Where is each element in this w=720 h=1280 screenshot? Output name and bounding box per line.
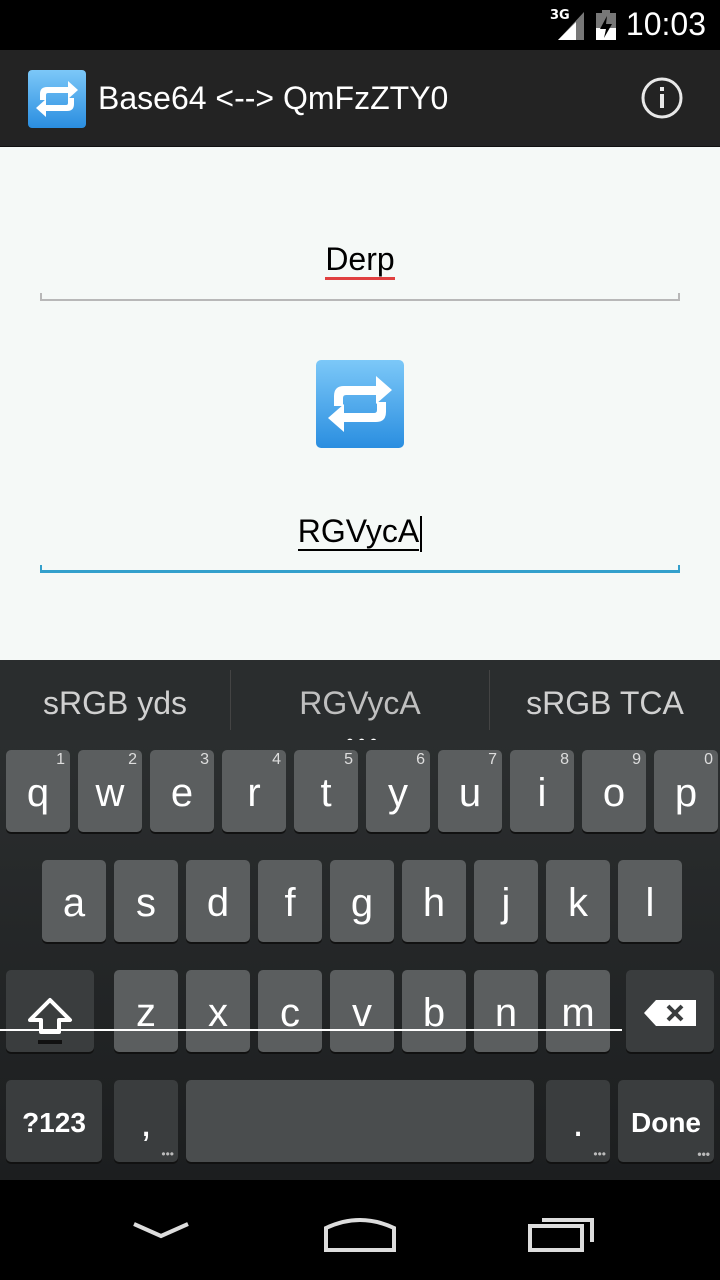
key-f[interactable]: f: [258, 860, 322, 942]
more-keys-icon: •••: [697, 1147, 710, 1161]
key-p[interactable]: 0p: [654, 750, 718, 832]
status-bar: 3G 10:03: [0, 0, 720, 50]
key-m[interactable]: m: [546, 970, 610, 1052]
key-k[interactable]: k: [546, 860, 610, 942]
key-l[interactable]: l: [618, 860, 682, 942]
more-keys-icon: •••: [161, 1147, 174, 1161]
key-n[interactable]: n: [474, 970, 538, 1052]
key-j[interactable]: j: [474, 860, 538, 942]
key-a[interactable]: a: [42, 860, 106, 942]
plain-text-underline: [40, 293, 680, 301]
more-keys-icon: •••: [593, 1147, 606, 1161]
key-c[interactable]: c: [258, 970, 322, 1052]
app-title: Base64 <--> QmFzZTY0: [98, 80, 449, 116]
symbols-key[interactable]: ?123: [6, 1080, 102, 1162]
key-x[interactable]: x: [186, 970, 250, 1052]
shift-icon: [28, 998, 72, 1044]
navigation-bar: [0, 1180, 720, 1280]
key-e[interactable]: 3e: [150, 750, 214, 832]
suggestion-strip: sRGB yds RGVycA sRGB TCA: [0, 660, 720, 740]
comma-key[interactable]: , •••: [114, 1080, 178, 1162]
key-s[interactable]: s: [114, 860, 178, 942]
key-d[interactable]: d: [186, 860, 250, 942]
suggestion-center[interactable]: RGVycA: [231, 660, 489, 740]
battery-icon: [596, 10, 616, 40]
base64-value: RGVycA: [297, 513, 420, 551]
signal-icon: [558, 12, 584, 40]
key-z[interactable]: z: [114, 970, 178, 1052]
backspace-key[interactable]: [626, 970, 714, 1052]
suggestion-right[interactable]: sRGB TCA: [490, 660, 720, 740]
period-key[interactable]: . •••: [546, 1080, 610, 1162]
swap-convert-button[interactable]: [316, 360, 404, 448]
key-t[interactable]: 5t: [294, 750, 358, 832]
key-g[interactable]: g: [330, 860, 394, 942]
back-icon[interactable]: [130, 1210, 192, 1250]
shift-key[interactable]: [6, 970, 94, 1052]
recent-apps-icon[interactable]: [526, 1210, 598, 1254]
key-h[interactable]: h: [402, 860, 466, 942]
done-key[interactable]: Done •••: [618, 1080, 714, 1162]
home-icon[interactable]: [322, 1210, 398, 1254]
space-key[interactable]: [186, 1080, 534, 1162]
plain-text-field[interactable]: Derp: [40, 241, 680, 301]
keyboard-divider: [0, 1029, 622, 1031]
backspace-icon: [644, 1000, 696, 1026]
info-icon[interactable]: [640, 76, 684, 120]
base64-field[interactable]: RGVycA: [40, 513, 680, 573]
text-cursor: [420, 515, 423, 552]
clock: 10:03: [625, 6, 706, 42]
converter-panel: Derp RGVycA: [0, 147, 720, 660]
action-bar: Base64 <--> QmFzZTY0: [0, 50, 720, 147]
key-b[interactable]: b: [402, 970, 466, 1052]
suggestion-left[interactable]: sRGB yds: [0, 660, 230, 740]
key-i[interactable]: 8i: [510, 750, 574, 832]
plain-text-value: Derp: [325, 241, 395, 280]
app-icon: [28, 70, 86, 128]
key-w[interactable]: 2w: [78, 750, 142, 832]
key-o[interactable]: 9o: [582, 750, 646, 832]
key-r[interactable]: 4r: [222, 750, 286, 832]
key-v[interactable]: v: [330, 970, 394, 1052]
base64-underline: [40, 565, 680, 573]
key-u[interactable]: 7u: [438, 750, 502, 832]
key-y[interactable]: 6y: [366, 750, 430, 832]
key-q[interactable]: 1q: [6, 750, 70, 832]
